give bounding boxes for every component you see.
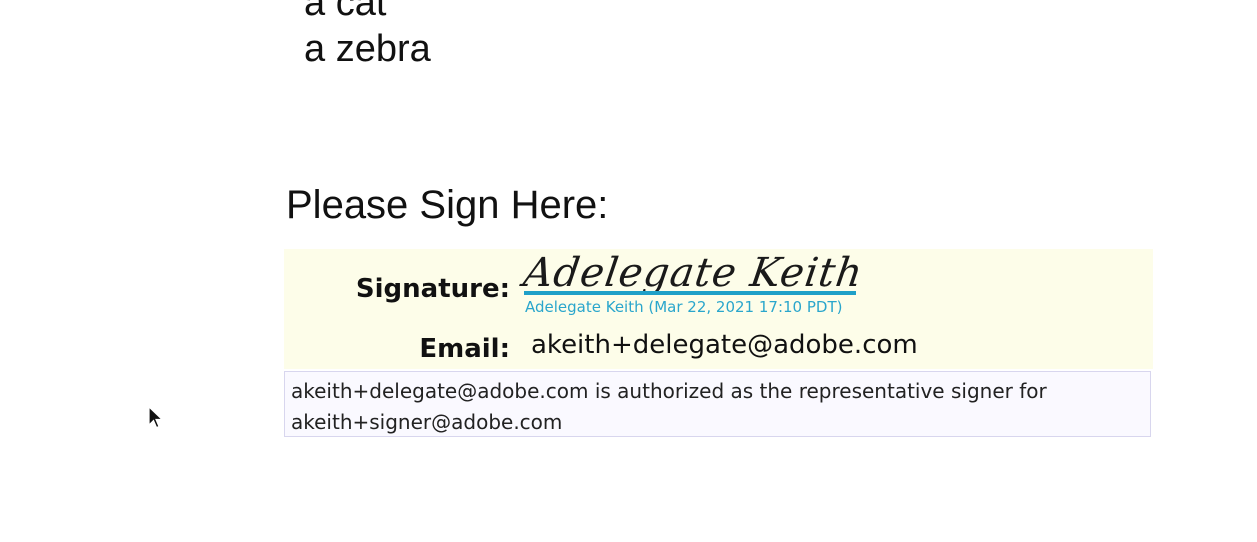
email-value: akeith+delegate@adobe.com (531, 330, 918, 360)
authorization-note-line1: akeith+delegate@adobe.com is authorized … (291, 379, 1047, 403)
email-label: Email: (419, 334, 510, 364)
authorization-note-line2: akeith+signer@adobe.com (291, 410, 563, 434)
mouse-pointer-icon (148, 405, 164, 430)
signature-underline (524, 291, 856, 295)
list-item-zebra: a zebra (304, 28, 431, 70)
sign-here-heading: Please Sign Here: (286, 183, 609, 227)
signature-label: Signature: (355, 274, 510, 304)
signature-image: Adelegate Keith (520, 250, 866, 296)
authorization-note: akeith+delegate@adobe.com is authorized … (284, 371, 1151, 437)
list-item-cat: a cat (304, 0, 387, 24)
signature-block: Signature: Adelegate Keith Adelegate Kei… (284, 249, 1153, 369)
signature-caption: Adelegate Keith (Mar 22, 2021 17:10 PDT) (525, 298, 843, 316)
